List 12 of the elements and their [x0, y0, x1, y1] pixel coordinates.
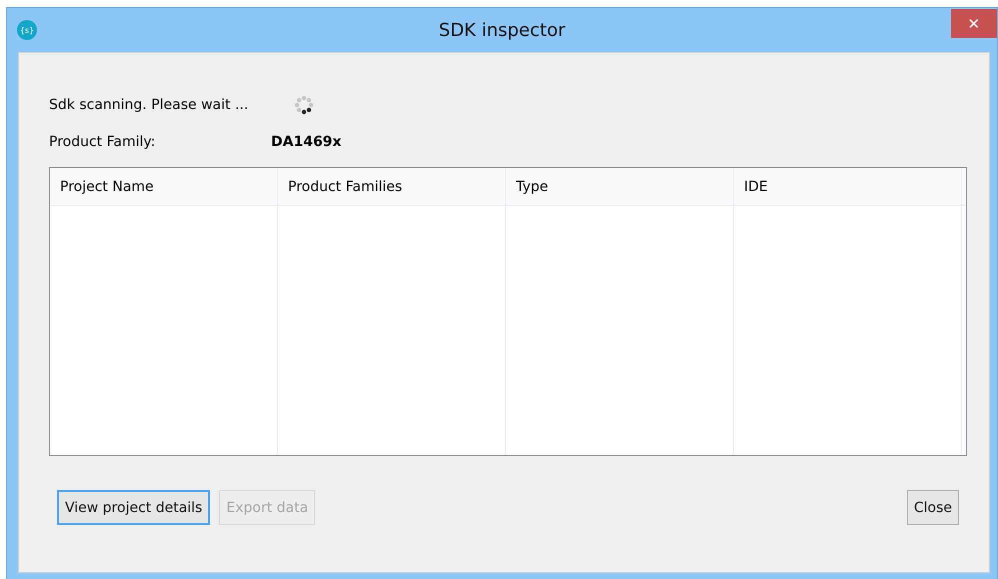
close-button[interactable]: ✕ [951, 9, 997, 38]
dialog-button[interactable]: View project details [57, 490, 210, 525]
product-family-label: Product Family: [49, 134, 156, 150]
status-text: Sdk scanning. Please wait ... [49, 97, 248, 113]
close-dialog-button[interactable]: Close [906, 490, 959, 525]
column-header[interactable]: Project Name [50, 168, 278, 205]
app-icon: {s} [17, 20, 37, 40]
column-header[interactable]: Product Families [278, 168, 506, 205]
product-family-value: DA1469x [271, 134, 342, 150]
window-title: SDK inspector [438, 20, 566, 40]
column-header[interactable]: IDE [734, 168, 962, 205]
column-header[interactable]: Type [506, 168, 734, 205]
